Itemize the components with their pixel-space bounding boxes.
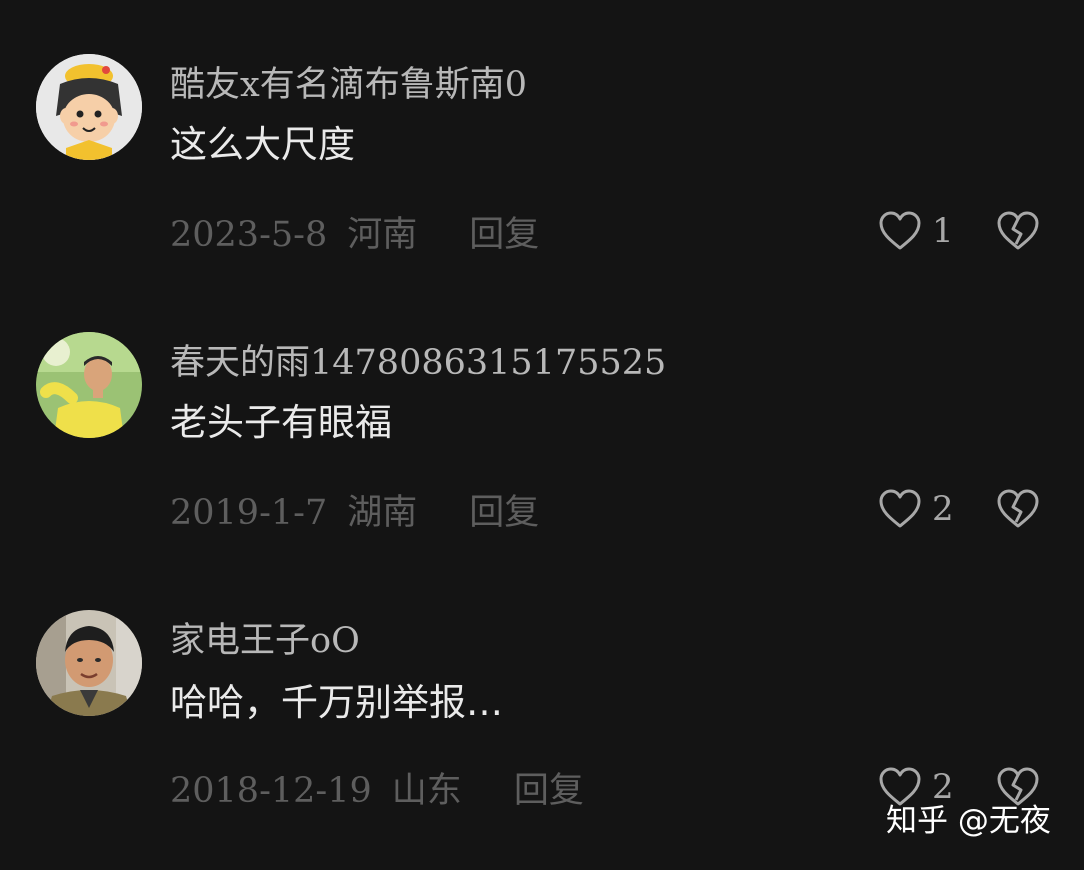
cartoon-monkey-avatar-icon	[36, 54, 142, 160]
dislike-button[interactable]	[996, 210, 1040, 256]
like-button[interactable]: 2	[878, 488, 954, 530]
username[interactable]: 春天的雨1478086315175525	[170, 346, 666, 381]
comment-text: 老头子有眼福	[170, 401, 392, 444]
reply-button[interactable]: 回复	[469, 218, 539, 253]
comment-text: 这么大尺度	[170, 123, 355, 166]
heart-icon	[879, 489, 921, 528]
comment-date: 2018-12-19	[170, 771, 372, 811]
broken-heart-icon	[997, 767, 1039, 806]
reply-button[interactable]: 回复	[514, 774, 584, 809]
like-count: 2	[932, 767, 954, 807]
man-portrait-avatar-icon	[36, 610, 142, 716]
like-count: 1	[932, 211, 954, 251]
comment-region: 山东	[391, 771, 462, 811]
avatar[interactable]	[36, 332, 142, 438]
comment-date: 2019-1-7	[170, 493, 328, 533]
dislike-button[interactable]	[996, 488, 1040, 534]
broken-heart-icon	[997, 211, 1039, 250]
like-count: 2	[932, 489, 954, 529]
like-button[interactable]: 2	[878, 766, 954, 808]
heart-icon	[879, 767, 921, 806]
comment-text: 哈哈，千万别举报…	[170, 681, 503, 724]
reply-button[interactable]: 回复	[469, 496, 539, 531]
broken-heart-icon	[997, 489, 1039, 528]
avatar[interactable]	[36, 610, 142, 716]
watermark: 知乎 @无夜	[886, 803, 1051, 839]
man-yellow-shirt-avatar-icon	[36, 332, 142, 438]
comment-region: 河南	[347, 215, 418, 255]
avatar[interactable]	[36, 54, 142, 160]
username[interactable]: 酷友x有名滴布鲁斯南0	[170, 68, 527, 103]
comment-meta: 2019-1-7 湖南 回复	[170, 496, 539, 531]
comment-date: 2023-5-8	[170, 215, 328, 255]
comment-meta: 2018-12-19 山东 回复	[170, 774, 584, 809]
username[interactable]: 家电王子oO	[170, 624, 360, 659]
like-button[interactable]: 1	[878, 210, 954, 252]
comment-region: 湖南	[347, 493, 418, 533]
heart-icon	[879, 211, 921, 250]
comment-meta: 2023-5-8 河南 回复	[170, 218, 539, 253]
